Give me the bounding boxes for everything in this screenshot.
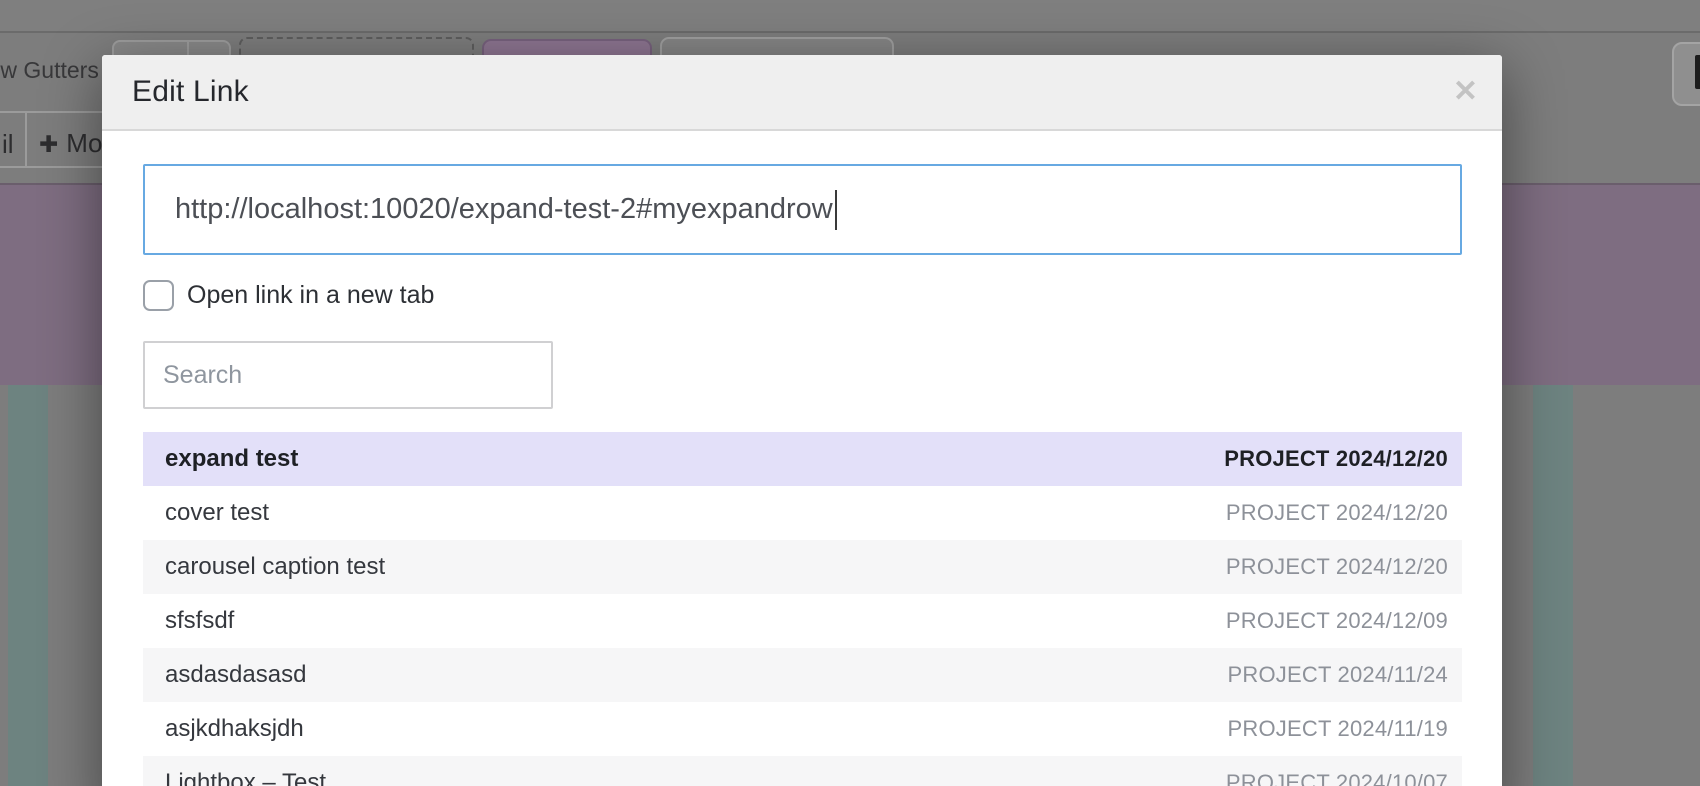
modal-body: http://localhost:10020/expand-test-2#mye… xyxy=(102,164,1502,786)
close-icon[interactable]: ✕ xyxy=(1453,77,1478,107)
result-row[interactable]: asjkdhaksjdh PROJECT 2024/11/19 xyxy=(143,702,1462,756)
top-right-button[interactable] xyxy=(1672,42,1700,106)
result-meta: PROJECT 2024/12/20 xyxy=(1225,554,1448,579)
result-list: expand test PROJECT 2024/12/20 cover tes… xyxy=(143,432,1462,786)
search-input[interactable] xyxy=(143,341,553,409)
result-meta: PROJECT 2024/11/24 xyxy=(1227,662,1448,687)
more-button[interactable]: ✚ Mo xyxy=(39,128,102,159)
modal-title: Edit Link xyxy=(132,75,249,108)
result-meta: PROJECT 2024/12/20 xyxy=(1225,500,1448,525)
new-tab-checkbox[interactable] xyxy=(143,280,174,311)
result-meta: PROJECT 2024/11/19 xyxy=(1227,716,1448,741)
text-caret xyxy=(834,189,837,230)
result-row[interactable]: sfsfsdf PROJECT 2024/12/09 xyxy=(143,594,1462,648)
teal-column-right xyxy=(1533,385,1573,786)
page-background: Row Gutters il ✚ Mo Edit Link ✕ http://lo… xyxy=(0,0,1700,786)
result-row[interactable]: cover test PROJECT 2024/12/20 xyxy=(143,486,1462,540)
result-meta: PROJECT 2024/10/07 xyxy=(1225,770,1448,786)
url-input[interactable]: http://localhost:10020/expand-test-2#mye… xyxy=(143,164,1462,255)
result-title: Lightbox – Test xyxy=(165,769,327,786)
result-title: asdasdasasd xyxy=(165,661,307,688)
url-value: http://localhost:10020/expand-test-2#mye… xyxy=(175,193,833,225)
teal-column-left xyxy=(8,385,48,786)
modal-header: Edit Link ✕ xyxy=(102,55,1502,131)
plus-icon: ✚ xyxy=(39,131,59,157)
toolbar-tab-partial[interactable]: il xyxy=(2,129,14,160)
result-title: asjkdhaksjdh xyxy=(165,715,304,742)
result-row[interactable]: carousel caption test PROJECT 2024/12/20 xyxy=(143,540,1462,594)
row-gutters-label: Row Gutters xyxy=(0,57,99,83)
result-meta: PROJECT 2024/12/20 xyxy=(1224,446,1448,471)
toolbar-cell-divider xyxy=(25,111,27,168)
result-row[interactable]: expand test PROJECT 2024/12/20 xyxy=(143,432,1462,486)
top-bar xyxy=(0,0,1700,33)
result-title: carousel caption test xyxy=(165,553,386,580)
result-title: cover test xyxy=(165,499,270,526)
edit-link-modal: Edit Link ✕ http://localhost:10020/expan… xyxy=(102,55,1502,786)
new-tab-label: Open link in a new tab xyxy=(187,281,435,309)
result-title: expand test xyxy=(165,445,299,472)
new-tab-option: Open link in a new tab xyxy=(143,280,1462,311)
result-title: sfsfsdf xyxy=(165,607,235,634)
more-button-label: Mo xyxy=(66,128,103,158)
result-row[interactable]: Lightbox – Test PROJECT 2024/10/07 xyxy=(143,756,1462,786)
result-meta: PROJECT 2024/12/09 xyxy=(1225,608,1448,633)
bold-icon xyxy=(1695,55,1700,89)
result-row[interactable]: asdasdasasd PROJECT 2024/11/24 xyxy=(143,648,1462,702)
